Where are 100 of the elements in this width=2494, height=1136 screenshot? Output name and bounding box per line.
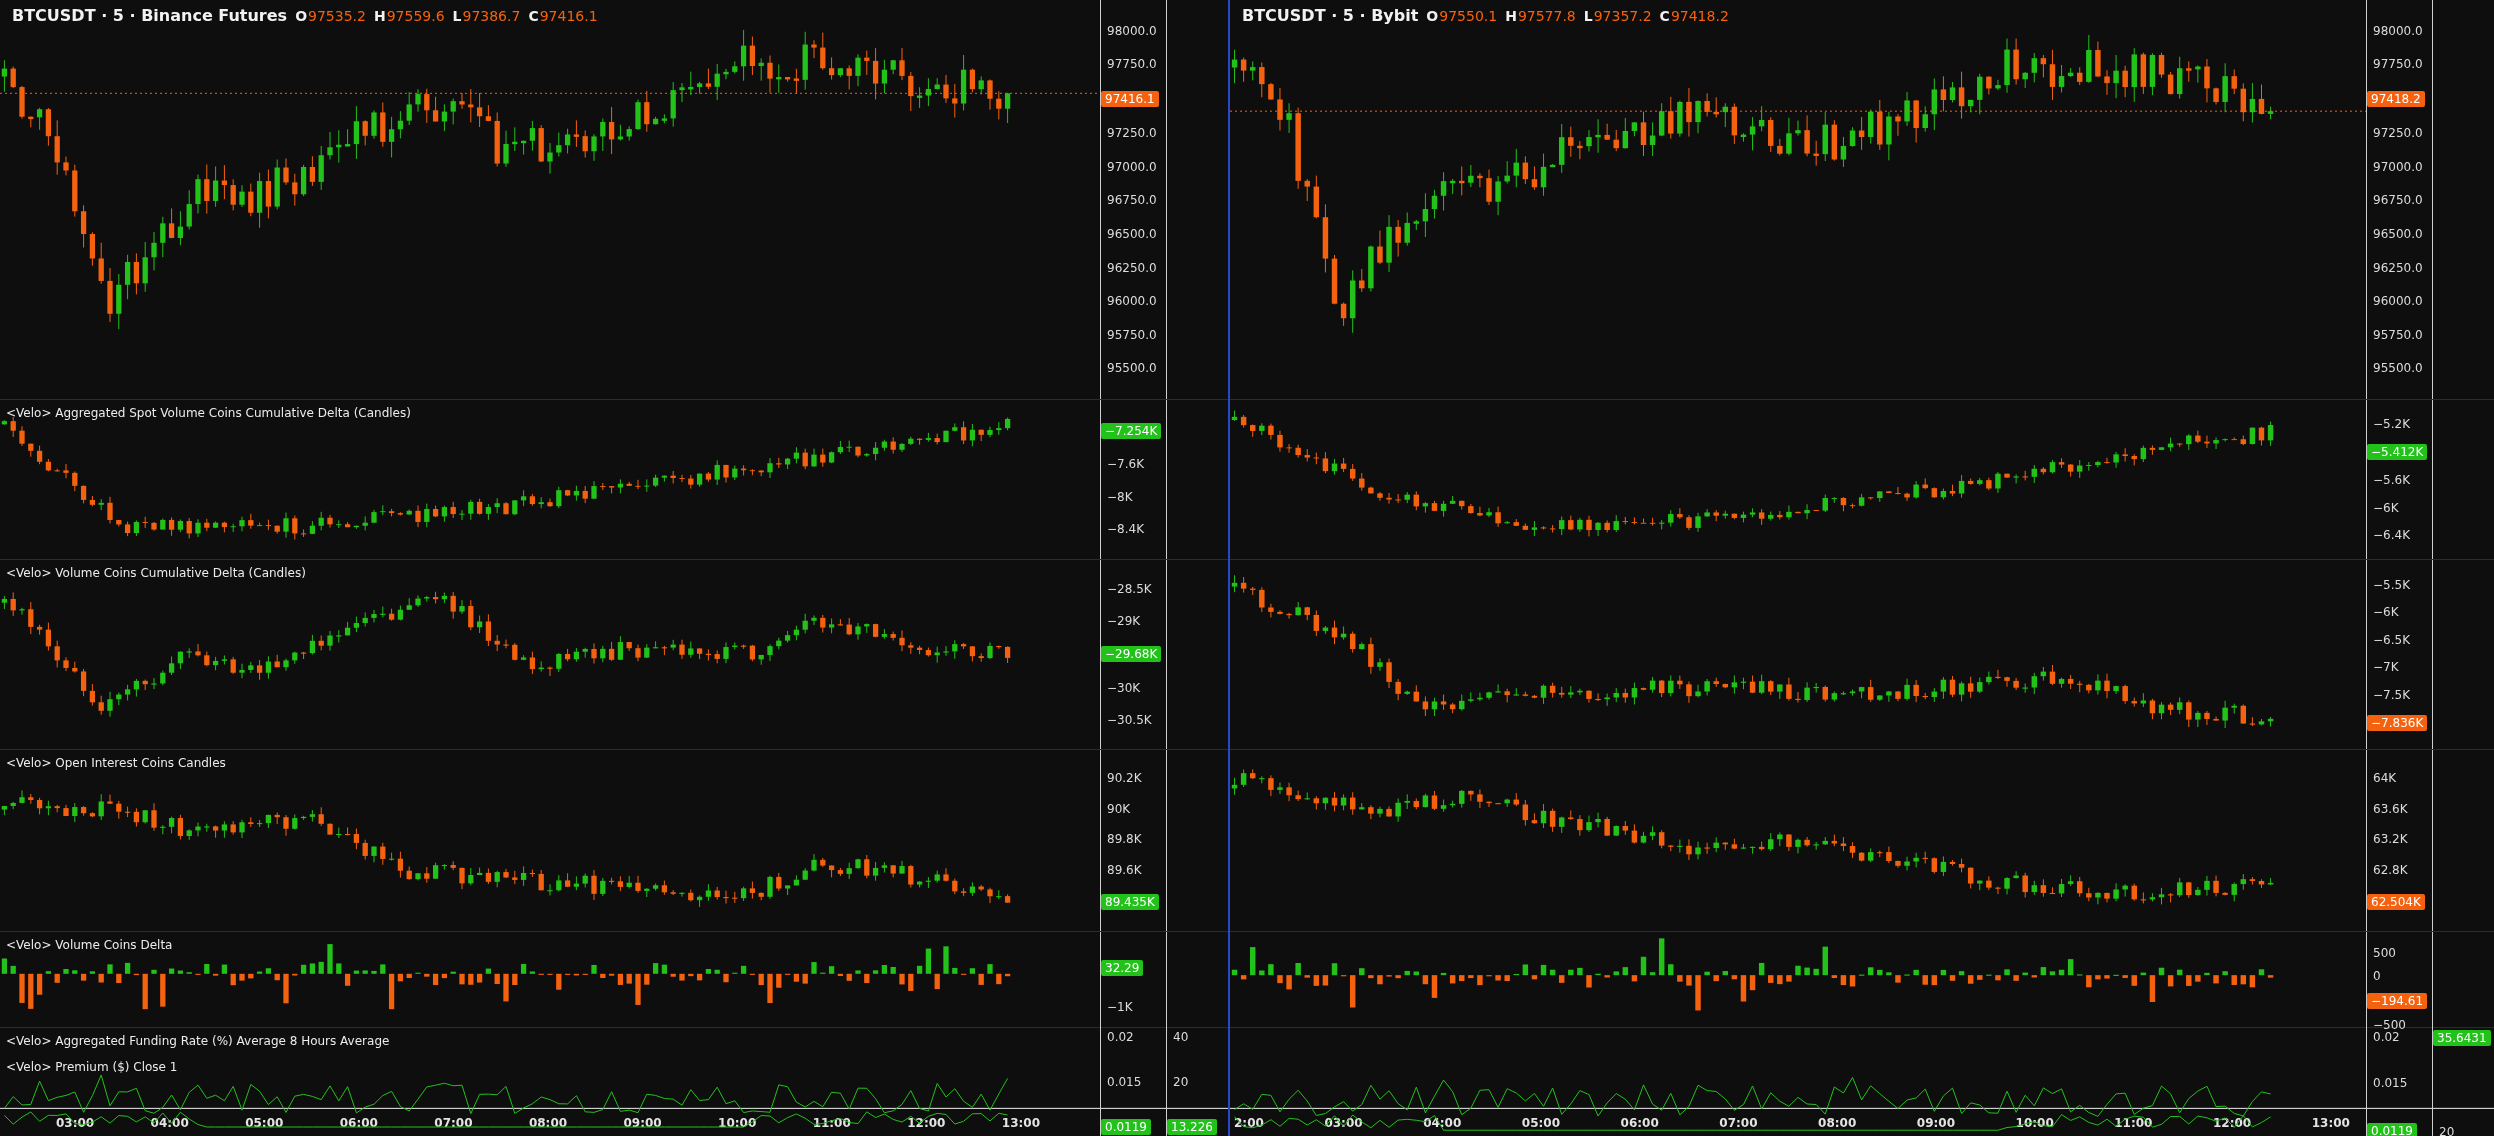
axis-label: −5.5K: [2372, 577, 2410, 592]
axis-label: 63.6K: [2372, 801, 2408, 816]
axis-label: 40: [1172, 1030, 1189, 1044]
value-badge: −194.61: [2367, 992, 2428, 1009]
value-badge: 0.0119: [2367, 1122, 2417, 1136]
value-badge: −7.254K: [1101, 422, 1162, 439]
time-label: 10:00: [2015, 1115, 2054, 1130]
indicator-title: <Velo> Volume Coins Delta: [6, 938, 173, 952]
time-label: 08:00: [1818, 1115, 1857, 1130]
axis-label: 20: [2438, 1124, 2455, 1136]
axis-label: 96500.0: [1106, 227, 1157, 242]
axis-label: −6.4K: [2372, 527, 2410, 542]
axis-label: −6K: [2372, 500, 2399, 515]
ohlc-number: 97559.6: [386, 8, 445, 24]
ohlc-number: 97386.7: [462, 8, 521, 24]
axis-label: −28.5K: [1106, 582, 1152, 597]
ohlc-number: 97577.8: [1517, 8, 1576, 24]
value-badge: 0.0119: [1101, 1119, 1151, 1135]
time-label: 04:00: [1423, 1115, 1462, 1130]
time-label: 07:00: [434, 1115, 473, 1130]
axis-label: −30K: [1106, 680, 1141, 695]
axis-label: 97250.0: [1106, 126, 1157, 141]
time-label: 09:00: [623, 1115, 662, 1130]
axis-label: 90K: [1106, 801, 1131, 816]
axis-label: −1K: [1106, 1000, 1133, 1014]
indicator-title: <Velo> Volume Coins Cumulative Delta (Candles): [6, 566, 306, 580]
chart-symbol: BTCUSDT · 5 · Binance Futures: [12, 6, 288, 25]
chart-symbol: BTCUSDT · 5 · Bybit: [1242, 6, 1419, 25]
value-badge: −29.68K: [1101, 646, 1162, 663]
axis-label: 96750.0: [2372, 193, 2423, 208]
value-badge: −5.412K: [2367, 444, 2428, 461]
axis-label: 95500.0: [2372, 361, 2423, 376]
indicator-title: <Velo> Open Interest Coins Candles: [6, 756, 226, 770]
axis-label: 62.8K: [2372, 863, 2408, 878]
ohlc-value: C97416.1: [528, 8, 598, 24]
time-label: 10:00: [718, 1115, 757, 1130]
axis-label: −30.5K: [1106, 712, 1152, 727]
axis-label: 89.8K: [1106, 832, 1142, 847]
axis-label: 96750.0: [1106, 193, 1157, 208]
ohlc-number: 97357.2: [1593, 8, 1652, 24]
axis-label: 98000.0: [2372, 23, 2423, 38]
axis-label: 95750.0: [2372, 327, 2423, 342]
ohlc-value: L97357.2: [1583, 8, 1652, 24]
time-label: 13:00: [1001, 1115, 1040, 1130]
axis-label: 0.015: [2372, 1076, 2408, 1091]
axis-label: −29K: [1106, 614, 1141, 629]
axis-label: 97000.0: [1106, 159, 1157, 174]
value-badge: 97416.1: [1101, 90, 1159, 107]
ohlc-value: H 97577.8: [1505, 8, 1576, 24]
time-label: 11:00: [2114, 1115, 2153, 1130]
axis-label: 98000.0: [1106, 23, 1157, 38]
ohlc-number: 97550.1: [1439, 8, 1498, 24]
axis-label: 96500.0: [2372, 227, 2423, 242]
axis-label: −500: [2372, 1018, 2406, 1033]
time-label: 12:00: [907, 1115, 946, 1130]
axis-label: 95750.0: [1106, 327, 1157, 342]
time-label: 08:00: [528, 1115, 568, 1130]
time-label: 07:00: [1719, 1115, 1758, 1130]
axis-label: 97750.0: [1106, 57, 1157, 72]
time-label: 06:00: [1620, 1115, 1659, 1130]
axis-label: 0: [2372, 969, 2381, 984]
axis-label: 97000.0: [2372, 159, 2423, 174]
value-badge: 97418.2: [2367, 90, 2425, 107]
axis-label: 64K: [2372, 770, 2397, 785]
axis-label: −5.6K: [2372, 473, 2410, 488]
axis-label: 0.02: [1106, 1030, 1134, 1044]
ohlc-value: H97559.6: [373, 8, 445, 24]
time-label: 06:00: [339, 1115, 378, 1130]
axis-label: 90.2K: [1106, 770, 1142, 785]
axis-label: 500: [2372, 945, 2396, 960]
indicator-title: <Velo> Aggregated Spot Volume Coins Cumulative Delta (Candles): [6, 406, 411, 420]
axis-label: 0.02: [2372, 1030, 2400, 1044]
axis-label: 63.2K: [2372, 832, 2408, 847]
axis-label: 97750.0: [2372, 57, 2423, 72]
indicator-title: <Velo> Aggregated Funding Rate (%) Average 8 Hours Average: [6, 1034, 390, 1048]
value-badge: 13.226: [1167, 1119, 1217, 1135]
axis-label: 20: [1172, 1074, 1189, 1089]
ohlc-number: 97535.2: [308, 8, 366, 24]
axis-label: 96000.0: [1106, 294, 1157, 309]
time-label: 03:00: [56, 1115, 95, 1130]
ohlc-value: C 97418.2: [1659, 8, 1729, 24]
ohlc-number: 97416.1: [539, 8, 598, 24]
ohlc-number: 97418.2: [1670, 8, 1729, 24]
axis-label: 95500.0: [1106, 361, 1157, 376]
value-badge: 62.504K: [2367, 894, 2425, 911]
axis-label: 96000.0: [2372, 294, 2423, 309]
axis-label: −5.2K: [2372, 417, 2410, 432]
ohlc-value: L97386.7: [452, 8, 521, 24]
axis-label: −7.6K: [1106, 457, 1144, 472]
indicator-title: <Velo> Premium ($) Close 1: [6, 1060, 179, 1074]
time-label: 05:00: [1521, 1115, 1561, 1130]
time-label: 05:00: [245, 1115, 284, 1130]
axis-label: −6.5K: [2372, 632, 2410, 647]
time-label: 13:00: [2311, 1115, 2350, 1130]
axis-label: 96250.0: [1106, 260, 1157, 275]
time-label: 2:00: [1234, 1115, 1264, 1130]
value-badge: −7.836K: [2367, 715, 2428, 732]
value-badge: 32.29: [1101, 960, 1144, 976]
value-badge: 35.6431: [2433, 1030, 2491, 1046]
axis-label: −7K: [2372, 660, 2399, 675]
